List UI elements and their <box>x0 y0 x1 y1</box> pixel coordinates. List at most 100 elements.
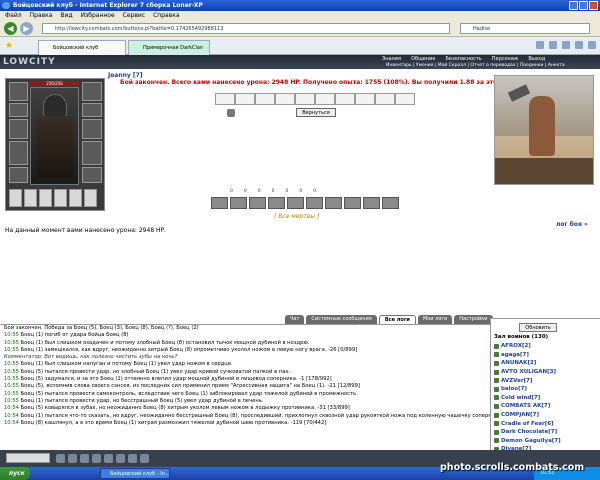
player-name[interactable]: Cold wind[7] <box>501 395 540 401</box>
shield-slot[interactable] <box>82 119 102 139</box>
action-icon[interactable] <box>287 197 304 209</box>
player-item[interactable]: Cold wind[7] <box>494 394 599 403</box>
player-status-icon <box>494 421 499 427</box>
action-icon[interactable] <box>230 197 247 209</box>
helmet-slot[interactable] <box>9 82 28 101</box>
tab-my-logs[interactable]: Мои логи <box>417 315 453 324</box>
menu-edit[interactable]: Правка <box>30 11 53 20</box>
favorites-star-icon[interactable]: ★ <box>5 41 13 51</box>
gloves-slot[interactable] <box>82 141 102 165</box>
action-icon[interactable] <box>268 197 285 209</box>
menu-tools[interactable]: Сервис <box>123 11 145 20</box>
all-dead-link[interactable]: [ Все мертвы ] <box>274 213 319 220</box>
search-input[interactable]: Hadise <box>460 23 590 34</box>
menu-help[interactable]: Справка <box>153 11 179 20</box>
player-name[interactable]: Demon Gaguilya[7] <box>501 438 561 444</box>
player-name[interactable]: AVZVer[7] <box>501 378 532 384</box>
player-item[interactable]: COMPJAN[7] <box>494 411 599 420</box>
nav-character[interactable]: Персонаж <box>492 56 519 62</box>
feeds-icon[interactable] <box>549 41 557 49</box>
toolbar-icon[interactable] <box>128 454 137 463</box>
action-icon[interactable] <box>382 197 399 209</box>
scroll-slot-5[interactable] <box>69 189 82 207</box>
menu-file[interactable]: Файл <box>5 11 22 20</box>
tab-fight-club[interactable]: Бойцовский клуб <box>38 40 126 55</box>
toolbar-icon[interactable] <box>140 454 149 463</box>
menu-favorites[interactable]: Избранное <box>81 11 115 20</box>
minimize-button[interactable] <box>569 1 578 10</box>
refresh-button[interactable]: Обновить <box>519 323 557 332</box>
scroll-slot-2[interactable] <box>24 189 37 207</box>
home-icon[interactable] <box>536 41 544 49</box>
taskbar-task[interactable]: Бойцовский клуб - In... <box>100 468 170 479</box>
player-name[interactable]: AVTO XULIGAN[3] <box>501 369 556 375</box>
player-name[interactable]: ANUNAK[2] <box>501 360 536 366</box>
action-icon[interactable] <box>344 197 361 209</box>
boots-slot[interactable] <box>82 167 102 183</box>
player-name[interactable]: baloo[7] <box>501 386 527 392</box>
toolbar-icon[interactable] <box>68 454 77 463</box>
player-name[interactable]: Dark Chocolate[7] <box>501 429 557 435</box>
weapon-slot[interactable] <box>9 119 28 139</box>
player-item[interactable]: agaga[7] <box>494 351 599 360</box>
sub-navigation[interactable]: Инвентарь | Умения | Мой Скролл | Отчет … <box>386 63 565 68</box>
back-button[interactable]: ◀ <box>4 22 17 35</box>
toolbar-icon[interactable] <box>116 454 125 463</box>
chat-line: 10:55 Боец (1) пытался провести удар, но… <box>0 398 490 405</box>
toolbar-icon[interactable] <box>80 454 89 463</box>
page-icon[interactable] <box>575 41 583 49</box>
tab-system-messages[interactable]: Системные сообщения <box>306 315 377 324</box>
tab-dressing-room[interactable]: Примерочная DarkClan <box>128 40 210 55</box>
action-icon[interactable] <box>363 197 380 209</box>
start-button[interactable]: пуск <box>0 467 30 480</box>
action-icon[interactable] <box>211 197 228 209</box>
scroll-slot-4[interactable] <box>54 189 67 207</box>
toolbar-icon[interactable] <box>56 454 65 463</box>
action-icon[interactable] <box>306 197 323 209</box>
scroll-slot-3[interactable] <box>39 189 52 207</box>
scroll-slot-6[interactable] <box>84 189 97 207</box>
tab-chat[interactable]: Чат <box>285 315 305 324</box>
player-name[interactable]: agaga[7] <box>501 352 529 358</box>
maximize-button[interactable] <box>579 1 588 10</box>
armor-slot[interactable] <box>9 141 28 165</box>
player-name[interactable]: AFROX[2] <box>501 343 531 349</box>
player-item[interactable]: baloo[7] <box>494 385 599 394</box>
player-name[interactable]: COMBATS AK[7] <box>501 403 550 409</box>
amulet-slot[interactable] <box>9 103 28 117</box>
tab-all-logs[interactable]: Все логи <box>378 315 416 324</box>
toolbar-icon[interactable] <box>104 454 113 463</box>
nav-exit[interactable]: Выход <box>528 56 545 62</box>
action-icon[interactable] <box>325 197 342 209</box>
player-item[interactable]: ANUNAK[2] <box>494 359 599 368</box>
scroll-slot-1[interactable] <box>9 189 22 207</box>
player-item[interactable]: Dark Chocolate[7] <box>494 428 599 437</box>
tab-settings[interactable]: Настройки <box>454 315 493 324</box>
player-item[interactable]: Demon Gaguilya[7] <box>494 437 599 446</box>
earring-slot[interactable] <box>82 82 102 101</box>
menu-view[interactable]: Вид <box>60 11 72 20</box>
nav-security[interactable]: Безопасность <box>445 56 481 62</box>
player-item[interactable]: Cradle of Fear[6] <box>494 419 599 428</box>
player-item[interactable]: AVZVer[7] <box>494 376 599 385</box>
forward-button[interactable]: ▶ <box>20 22 33 35</box>
ring-slot[interactable] <box>82 103 102 117</box>
url-input[interactable]: http://lowcity.combats.com/buttons.pl?ba… <box>42 23 450 34</box>
player-name[interactable]: Cradle of Fear[6] <box>501 421 554 427</box>
belt-slot[interactable] <box>9 167 28 183</box>
nav-knowledge[interactable]: Знания <box>382 56 401 62</box>
player-item[interactable]: AVTO XULIGAN[3] <box>494 368 599 377</box>
chat-input[interactable] <box>6 453 50 463</box>
print-icon[interactable] <box>562 41 570 49</box>
tools-icon[interactable] <box>588 41 596 49</box>
battle-log-link[interactable]: лог боя » <box>556 221 588 228</box>
toolbar-icon[interactable] <box>92 454 101 463</box>
player-item[interactable]: COMBATS AK[7] <box>494 402 599 411</box>
nav-community[interactable]: Общение <box>411 56 435 62</box>
close-button[interactable] <box>589 1 598 10</box>
action-icon[interactable] <box>249 197 266 209</box>
player-name[interactable]: Jeanny [7] <box>108 72 143 79</box>
player-name[interactable]: COMPJAN[7] <box>501 412 539 418</box>
return-button[interactable]: Вернуться <box>296 108 336 117</box>
player-item[interactable]: AFROX[2] <box>494 342 599 351</box>
